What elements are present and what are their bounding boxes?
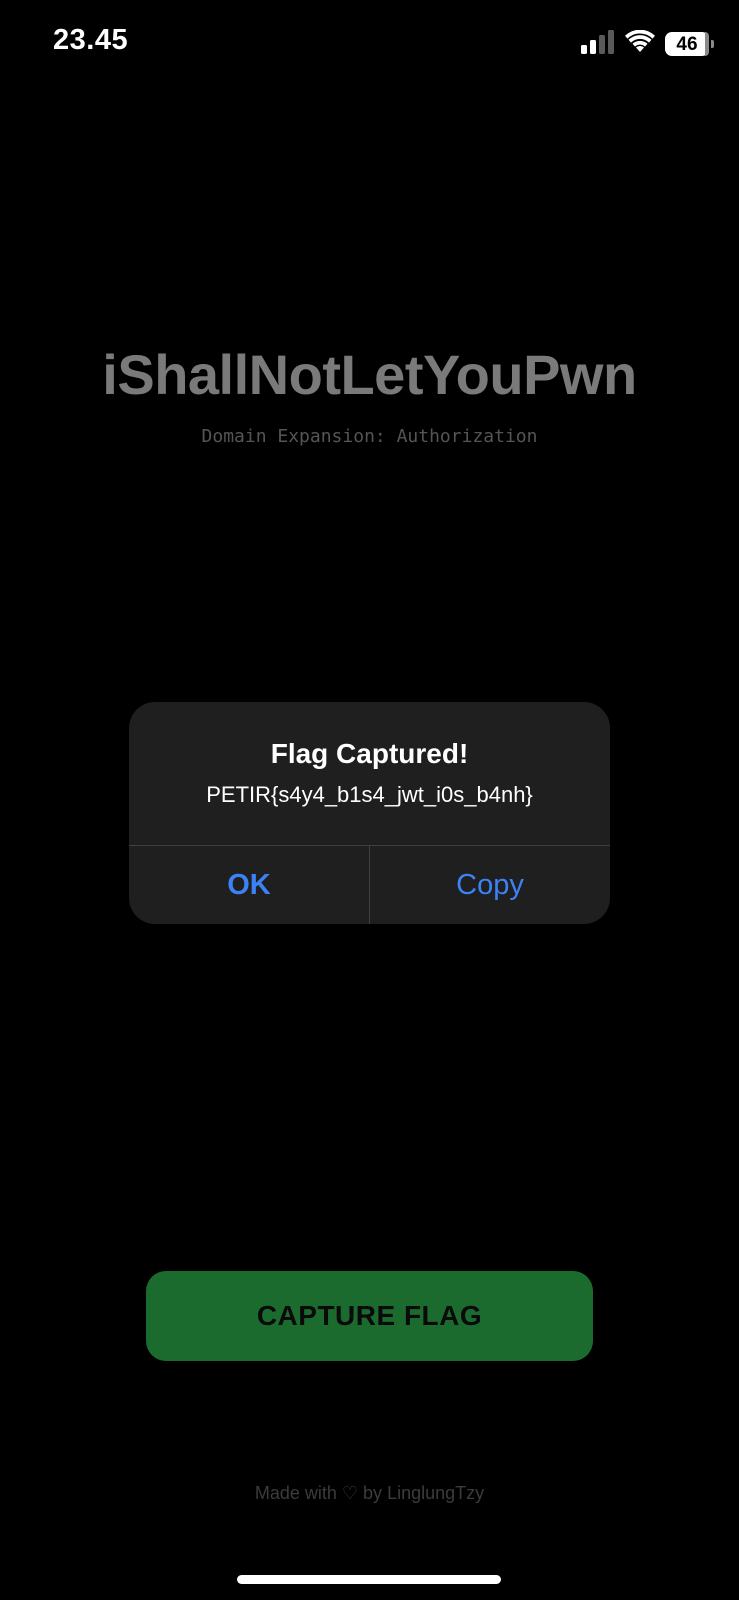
wifi-icon [625,29,655,59]
status-time: 23.45 [53,24,129,56]
app-subtitle: Domain Expansion: Authorization [201,426,538,447]
alert-message: PETIR{s4y4_b1s4_jwt_i0s_b4nh} [206,782,533,807]
cellular-signal-icon [581,29,615,59]
status-bar: 23.45 46 [0,0,739,90]
footer-credit: Made with ♡ by LinglungTzy [254,1483,485,1503]
flag-captured-alert: Flag Captured! PETIR{s4y4_b1s4_jwt_i0s_b… [129,702,610,924]
ok-button[interactable]: OK [129,846,369,924]
app-title: iShallNotLetYouPwn [102,343,637,406]
battery-icon: 46 [665,32,714,56]
alert-title: Flag Captured! [270,738,469,769]
copy-button[interactable]: Copy [370,846,610,924]
status-icons: 46 [581,29,714,59]
battery-level: 46 [676,33,698,55]
capture-flag-button[interactable]: CAPTURE FLAG [146,1271,593,1361]
home-indicator[interactable] [237,1575,501,1584]
battery-cap [711,40,714,48]
battery-empty-segment [705,32,709,56]
